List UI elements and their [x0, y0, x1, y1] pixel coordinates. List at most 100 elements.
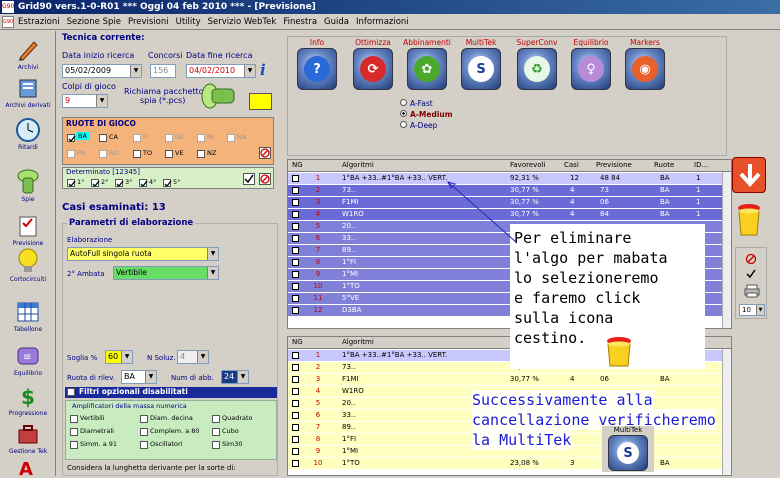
row-checkbox[interactable] [292, 235, 299, 242]
col-algoritmi[interactable]: Algoritmi [342, 338, 374, 346]
row-checkbox[interactable] [292, 424, 299, 431]
row-checkbox[interactable] [292, 364, 299, 371]
tool-abbinamenti[interactable]: Abbinamenti ✿ [403, 38, 451, 90]
menu-finestra[interactable]: Finestra [283, 17, 317, 27]
row-checkbox[interactable] [292, 412, 299, 419]
info-icon[interactable]: i [260, 61, 272, 79]
checkbox-to[interactable] [133, 150, 141, 158]
tool-ottimizza[interactable]: Ottimizza ⟳ [349, 38, 397, 90]
chevron-down-icon[interactable]: ▼ [207, 267, 218, 279]
chevron-down-icon[interactable]: ▼ [145, 371, 156, 383]
radio-a-deep[interactable]: A-Deep [400, 121, 437, 130]
tool-info[interactable]: Info? [293, 38, 341, 90]
col-algoritmi[interactable]: Algoritmi [342, 161, 374, 169]
chevron-down-icon[interactable]: ▼ [121, 351, 132, 363]
sidebar-item-progressione[interactable]: $ Progressione [0, 383, 56, 417]
chevron-down-icon[interactable]: ▼ [130, 65, 141, 77]
app-icon[interactable]: G90 [2, 1, 14, 13]
elaborazione-select[interactable]: AutoFull singola ruota ▼ [67, 247, 219, 261]
chevron-down-icon[interactable]: ▼ [197, 351, 208, 363]
checkbox-pa[interactable] [67, 150, 75, 158]
checkbox-cubo[interactable] [212, 428, 220, 436]
col-favorevoli[interactable]: Favorevoli [510, 161, 545, 169]
check-icon[interactable] [745, 268, 757, 280]
checkbox-fi[interactable] [133, 134, 141, 142]
ambata-select[interactable]: Vertibile ▼ [113, 266, 219, 280]
checkbox-det-1[interactable] [67, 179, 76, 187]
sidebar-item-cortocircuiti[interactable]: Cortocircuiti [0, 248, 56, 283]
menu-previsioni[interactable]: Previsioni [128, 17, 169, 27]
row-checkbox[interactable] [292, 247, 299, 254]
sidebar-item-tabellone[interactable]: Tabellone [0, 299, 56, 333]
sidebar-item-spie[interactable]: Spie [0, 169, 56, 203]
checkbox-ge[interactable] [165, 134, 173, 142]
chevron-down-icon[interactable]: ▼ [237, 371, 248, 383]
checkbox-det-4[interactable] [139, 179, 148, 187]
end-date-field[interactable]: 04/02/2010 ▼ [186, 64, 256, 78]
row-checkbox[interactable] [292, 460, 299, 467]
chevron-down-icon[interactable]: ▼ [244, 65, 255, 77]
nsoluz-field[interactable]: 4 ▼ [177, 350, 209, 364]
start-date-field[interactable]: 05/02/2009 ▼ [62, 64, 142, 78]
row-checkbox[interactable] [292, 448, 299, 455]
tool-superconv[interactable]: SuperConv ♻ [513, 38, 561, 90]
checkbox-ba[interactable] [67, 134, 76, 142]
row-checkbox[interactable] [292, 175, 299, 182]
checkbox-det-5[interactable] [163, 179, 172, 187]
chevron-down-icon[interactable]: ▼ [207, 248, 218, 260]
acrobat-icon[interactable]: A [16, 457, 40, 478]
chevron-down-icon[interactable]: ▼ [756, 305, 764, 315]
tool-multitek[interactable]: MultiTek S [457, 38, 505, 90]
checkbox-ca[interactable] [99, 134, 107, 142]
colpi-field[interactable]: 9 ▼ [62, 94, 108, 108]
soglia-field[interactable]: 60 ▼ [105, 350, 133, 364]
row-checkbox[interactable] [292, 271, 299, 278]
checkbox-diametrali[interactable] [70, 428, 78, 436]
tool-equilibrio[interactable]: Equilibrio ♀ [567, 38, 615, 90]
col-ng[interactable]: NG [292, 161, 303, 169]
col-ng[interactable]: NG [292, 338, 303, 346]
menu-estrazioni[interactable]: Estrazioni [18, 17, 60, 27]
row-checkbox[interactable] [292, 376, 299, 383]
col-ruote[interactable]: Ruote [654, 161, 674, 169]
checkbox-ve[interactable] [165, 150, 173, 158]
row-checkbox[interactable] [292, 400, 299, 407]
row-checkbox[interactable] [292, 352, 299, 359]
checkbox-quadrato[interactable] [212, 415, 220, 423]
col-casi[interactable]: Casi [564, 161, 579, 169]
ruota-rilev-select[interactable]: BA ▼ [121, 370, 157, 384]
row-checkbox[interactable] [292, 307, 299, 314]
row-checkbox[interactable] [292, 223, 299, 230]
checkbox-simm[interactable] [70, 441, 78, 449]
checkbox-det-2[interactable] [91, 179, 100, 187]
col-previsione[interactable]: Previsione [596, 161, 632, 169]
sidebar-item-equilibrio[interactable]: ≡ Equilibrio [0, 343, 56, 377]
row-checkbox[interactable] [292, 283, 299, 290]
row-checkbox[interactable] [292, 187, 299, 194]
num-abb-select[interactable]: 24 ▼ [221, 370, 249, 384]
scrollbar[interactable] [722, 172, 731, 328]
clear-ruote-icon[interactable] [259, 147, 271, 159]
sidebar-item-previsione[interactable]: Previsione [0, 213, 56, 247]
checkbox-det-3[interactable] [115, 179, 124, 187]
checkbox-na[interactable] [227, 134, 235, 142]
menu-guida[interactable]: Guida [324, 17, 349, 27]
checkbox-vertibili[interactable] [70, 415, 78, 423]
page-size-select[interactable]: 10 ▼ [739, 304, 765, 316]
clear-determinato-icon[interactable] [259, 173, 271, 185]
menu-servizio-webtek[interactable]: Servizio WebTek [208, 17, 277, 27]
color-swatch[interactable] [249, 93, 272, 110]
flashlight-icon[interactable] [200, 81, 238, 111]
sidebar-item-ritardi[interactable]: Ritardi [0, 117, 56, 151]
checkbox-complem[interactable] [140, 428, 148, 436]
sidebar-item-archivi-derivati[interactable]: Archivi derivati [0, 75, 56, 109]
child-window-icon[interactable]: G90 [2, 15, 14, 28]
row-checkbox[interactable] [292, 259, 299, 266]
col-id[interactable]: ID... [694, 161, 708, 169]
row-checkbox[interactable] [292, 436, 299, 443]
checkbox-nz[interactable] [197, 150, 205, 158]
check-all-icon[interactable] [243, 173, 255, 185]
row-checkbox[interactable] [292, 199, 299, 206]
row-checkbox[interactable] [292, 211, 299, 218]
chevron-down-icon[interactable]: ▼ [96, 95, 107, 107]
